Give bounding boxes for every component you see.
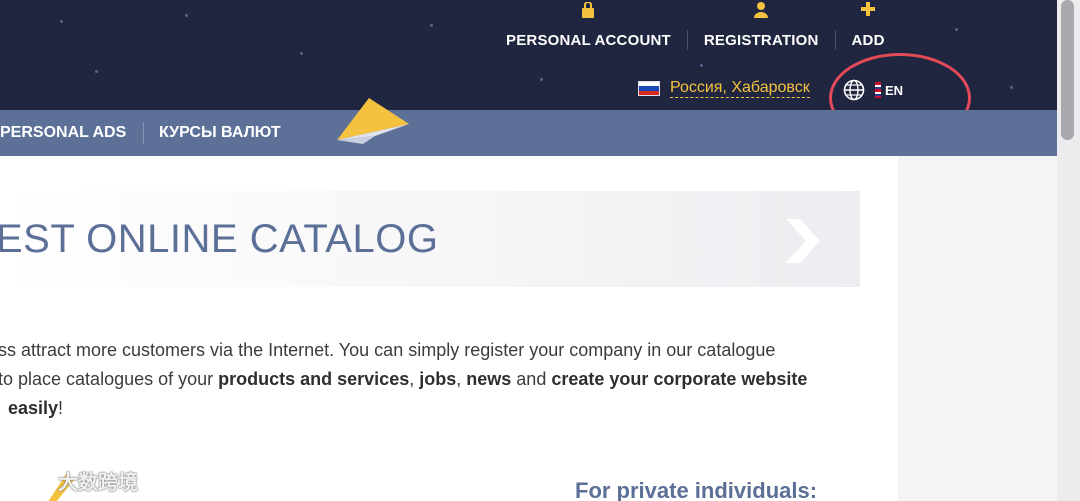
- chevron-right-icon[interactable]: [786, 219, 820, 263]
- star-decoration: [700, 64, 703, 67]
- star-decoration: [1010, 86, 1013, 89]
- intro-emphasis: products and services: [218, 369, 410, 389]
- watermark-logo-icon: [9, 475, 51, 492]
- intro-emphasis: easily: [8, 398, 59, 418]
- intro-text-span: and: [511, 369, 552, 389]
- private-individuals-heading: For private individuals:: [575, 478, 818, 501]
- banner-title: EST ONLINE CATALOG: [0, 217, 439, 261]
- add-link[interactable]: ADD: [836, 1, 901, 49]
- intro-text-span: ,: [456, 369, 467, 389]
- main-content: EST ONLINE CATALOG ss attract more custo…: [0, 156, 898, 501]
- intro-text-span: to place catalogues of your: [0, 369, 219, 389]
- intro-text-span: !: [58, 398, 64, 418]
- personal-account-link[interactable]: PERSONAL ACCOUNT: [490, 1, 687, 49]
- catalog-banner[interactable]: EST ONLINE CATALOG: [0, 191, 860, 287]
- nav-divider: [143, 122, 144, 144]
- star-decoration: [95, 70, 98, 73]
- personal-account-label: PERSONAL ACCOUNT: [506, 31, 671, 49]
- intro-emphasis: news: [466, 369, 512, 389]
- star-decoration: [185, 14, 188, 17]
- lock-icon: [582, 1, 595, 18]
- paper-plane-logo: [337, 98, 409, 144]
- registration-link[interactable]: REGISTRATION: [688, 1, 835, 49]
- top-navigation: PERSONAL ACCOUNT REGISTRATION ADD: [490, 1, 901, 50]
- intro-line: ss attract more customers via the Intern…: [0, 340, 776, 360]
- star-decoration: [60, 20, 63, 23]
- intro-text: ss attract more customers via the Intern…: [0, 336, 858, 423]
- intro-line: to place catalogues of your products and…: [0, 365, 858, 394]
- registration-label: REGISTRATION: [703, 31, 819, 49]
- plus-icon: [861, 1, 876, 16]
- star-decoration: [300, 52, 303, 55]
- star-decoration: [955, 28, 958, 31]
- intro-text-span: ,: [409, 369, 420, 389]
- region-name[interactable]: Россия, Хабаровск: [670, 79, 810, 98]
- page-scrollbar[interactable]: [1057, 0, 1080, 501]
- nav-exchange-rates[interactable]: КУРСЫ ВАЛЮТ: [159, 124, 281, 142]
- user-icon: [754, 1, 769, 18]
- add-label: ADD: [851, 31, 885, 49]
- right-sidebar: [898, 156, 1057, 501]
- nav-personal-ads[interactable]: PERSONAL ADS: [0, 124, 126, 142]
- intro-emphasis: create your corporate website: [551, 369, 808, 389]
- intro-line: easily!: [0, 394, 858, 423]
- russia-flag-icon: [638, 81, 660, 96]
- sub-navigation: PERSONAL ADS КУРСЫ ВАЛЮТ: [0, 110, 1057, 156]
- intro-emphasis: jobs: [419, 369, 457, 389]
- scrollbar-thumb[interactable]: [1061, 0, 1074, 140]
- region-selector[interactable]: Россия, Хабаровск: [638, 79, 810, 98]
- star-decoration: [540, 78, 543, 81]
- watermark: 大数跨境: [8, 466, 138, 495]
- watermark-text: 大数跨境: [58, 472, 138, 494]
- star-decoration: [430, 24, 433, 27]
